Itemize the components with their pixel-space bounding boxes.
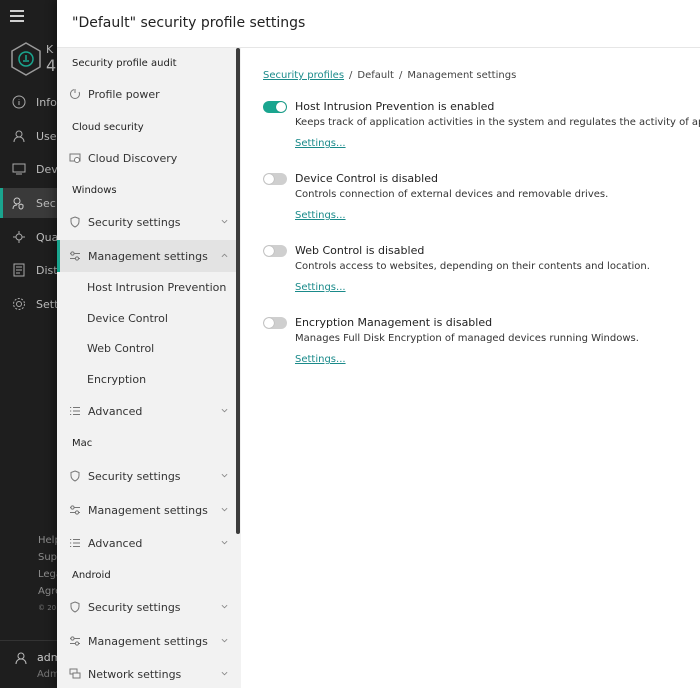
chevron-down-icon — [221, 507, 228, 512]
bg-nav-distribution[interactable]: Dist — [0, 255, 58, 285]
device-control-settings-link[interactable]: Settings... — [295, 210, 346, 221]
feature-description: Manages Full Disk Encryption of managed … — [295, 333, 639, 344]
user-icon — [13, 130, 25, 143]
feature-title: Encryption Management is disabled — [295, 316, 493, 329]
list-icon — [70, 407, 80, 415]
encryption-management-settings-link[interactable]: Settings... — [295, 354, 346, 365]
chevron-down-icon — [221, 473, 228, 478]
panel-header: "Default" security profile settings — [57, 0, 700, 48]
menu-item-windows-advanced[interactable]: Advanced — [57, 395, 236, 427]
bg-nav-settings[interactable]: Sett — [0, 289, 58, 319]
menu-scrollbar[interactable] — [236, 48, 240, 534]
bg-nav-devices[interactable]: Dev — [0, 154, 58, 184]
menu-subitem-web-control[interactable]: Web Control — [57, 333, 236, 363]
panel-title: "Default" security profile settings — [72, 15, 306, 31]
menu-item-mac-security-settings[interactable]: Security settings — [57, 460, 236, 492]
menu-section-audit: Security profile audit — [72, 57, 177, 69]
bg-nav-quarantine[interactable]: Qua — [0, 222, 58, 252]
info-icon — [12, 95, 26, 109]
list-icon — [70, 539, 80, 547]
shield-icon — [70, 216, 80, 228]
security-icon — [12, 197, 24, 210]
user-icon — [15, 652, 27, 665]
menu-section-mac: Mac — [72, 437, 93, 449]
background-app-sidebar: K4 Info Use Dev Sec Qua Dist Sett Help S… — [0, 0, 62, 688]
feature-description: Keeps track of application activities in… — [295, 117, 700, 128]
feature-description: Controls connection of external devices … — [295, 189, 609, 200]
feature-title: Web Control is disabled — [295, 244, 425, 257]
breadcrumb-current: Management settings — [407, 70, 517, 81]
chevron-down-icon — [221, 219, 228, 224]
chevron-down-icon — [221, 671, 228, 676]
cloud-discovery-icon — [69, 153, 81, 163]
feature-title: Host Intrusion Prevention is enabled — [295, 100, 495, 113]
menu-item-android-security-settings[interactable]: Security settings — [57, 591, 236, 623]
host-intrusion-prevention-toggle[interactable] — [263, 101, 287, 113]
network-icon — [69, 668, 81, 679]
shield-icon — [70, 601, 80, 613]
app-logo-icon — [11, 42, 41, 76]
chevron-down-icon — [221, 604, 228, 609]
bg-nav-info[interactable]: Info — [0, 87, 58, 117]
shield-icon — [70, 470, 80, 482]
menu-item-windows-management-settings[interactable]: Management settings — [57, 240, 236, 272]
power-icon — [70, 89, 80, 99]
menu-subitem-device-control[interactable]: Device Control — [57, 303, 236, 333]
menu-item-mac-advanced[interactable]: Advanced — [57, 527, 236, 559]
menu-item-cloud-discovery[interactable]: Cloud Discovery — [57, 142, 236, 174]
feature-title: Device Control is disabled — [295, 172, 438, 185]
management-settings-content: Security profiles / Default / Management set… — [241, 48, 700, 688]
menu-item-profile-power[interactable]: Profile power — [57, 78, 236, 110]
menu-item-mac-management-settings[interactable]: Management settings — [57, 494, 236, 526]
menu-subitem-encryption[interactable]: Encryption — [57, 364, 236, 394]
menu-section-android: Android — [72, 569, 111, 581]
sliders-icon — [70, 505, 80, 515]
menu-item-windows-security-settings[interactable]: Security settings — [57, 206, 236, 238]
settings-menu: Security profile audit Profile power Clo… — [57, 48, 241, 688]
sliders-icon — [70, 251, 80, 261]
hamburger-menu-icon[interactable] — [10, 10, 24, 22]
menu-section-cloud: Cloud security — [72, 121, 144, 133]
web-control-settings-link[interactable]: Settings... — [295, 282, 346, 293]
breadcrumb: Security profiles / Default / Management set… — [263, 70, 517, 81]
menu-subitem-host-intrusion-prevention[interactable]: Host Intrusion Prevention — [57, 272, 236, 302]
bg-nav-users[interactable]: Use — [0, 121, 58, 151]
menu-item-android-management-settings[interactable]: Management settings — [57, 625, 236, 657]
chevron-down-icon — [221, 638, 228, 643]
breadcrumb-profile: Default — [357, 70, 394, 81]
device-control-toggle[interactable] — [263, 173, 287, 185]
security-profile-settings-panel: "Default" security profile settings Secu… — [57, 0, 700, 688]
bg-nav-security[interactable]: Sec — [0, 188, 58, 218]
encryption-management-toggle[interactable] — [263, 317, 287, 329]
web-control-toggle[interactable] — [263, 245, 287, 257]
menu-item-android-network-settings[interactable]: Network settings — [57, 658, 236, 688]
feature-description: Controls access to websites, depending o… — [295, 261, 650, 272]
app-logo-text: K4 — [46, 43, 57, 75]
quarantine-icon — [13, 231, 25, 243]
menu-section-windows: Windows — [72, 184, 117, 196]
distribution-icon — [13, 263, 25, 277]
sliders-icon — [70, 636, 80, 646]
devices-icon — [12, 163, 26, 175]
breadcrumb-security-profiles-link[interactable]: Security profiles — [263, 70, 344, 81]
chevron-down-icon — [221, 540, 228, 545]
chevron-up-icon — [221, 253, 228, 258]
chevron-down-icon — [221, 408, 228, 413]
host-intrusion-prevention-settings-link[interactable]: Settings... — [295, 138, 346, 149]
bg-user-profile[interactable]: adm Adm — [0, 640, 61, 688]
gear-icon — [13, 298, 25, 310]
